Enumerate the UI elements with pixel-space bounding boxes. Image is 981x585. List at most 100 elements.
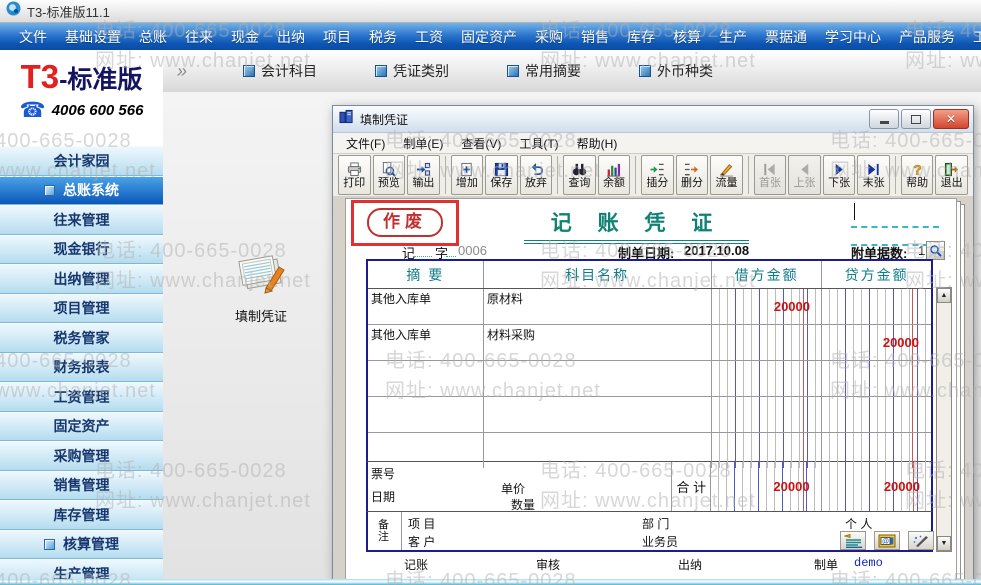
customer-label[interactable]: 客 户 [408, 533, 435, 550]
salesman-label[interactable]: 业务员 [642, 533, 678, 550]
menubar-item[interactable]: 采购 [526, 27, 572, 47]
menubar-item[interactable]: 学习中心 [816, 27, 890, 47]
menubar-item[interactable]: 票据通 [756, 27, 816, 47]
menubar-item[interactable]: 核算 [664, 27, 710, 47]
menubar-item[interactable]: 固定资产 [452, 27, 526, 47]
toolbar-button[interactable]: 插分 [641, 155, 674, 195]
voucher-menu-item[interactable]: 制单(E) [394, 135, 452, 152]
menubar-item[interactable]: 工作圈 [964, 27, 981, 47]
summary-cell[interactable] [368, 397, 483, 432]
debit-cell[interactable]: 20000 [711, 289, 821, 324]
menubar-item[interactable]: 基础设置 [56, 27, 130, 47]
sidebar-item[interactable]: 税务管家 [0, 323, 163, 353]
toolbar-button[interactable]: 放弃 [519, 155, 553, 195]
credit-cell[interactable]: 20000 [821, 325, 930, 360]
credit-cell[interactable] [821, 361, 930, 396]
menubar-item[interactable]: 产品服务 [890, 27, 964, 47]
voucher-menu-item[interactable]: 工具(T) [510, 135, 567, 152]
menubar-item[interactable]: 出纳 [268, 27, 314, 47]
quick-toolbar-item[interactable]: 常用摘要 [507, 61, 581, 81]
scroll-down-icon[interactable]: ▼ [937, 536, 951, 551]
toolbar-button[interactable]: 删分 [675, 155, 709, 195]
toolbar-button[interactable]: 预览 [372, 155, 406, 195]
sidebar-item[interactable]: 项目管理 [0, 293, 163, 323]
voucher-number[interactable]: 0006 [458, 243, 487, 258]
menubar-item[interactable]: 工资 [406, 27, 452, 47]
sidebar-item[interactable]: 财务报表 [0, 352, 163, 382]
menubar-item[interactable]: 税务 [360, 27, 406, 47]
menubar-item[interactable]: 库存 [618, 27, 664, 47]
last-page-icon [866, 162, 881, 178]
toolbar-button[interactable]: 查询 [563, 155, 596, 195]
sidebar-item[interactable]: 销售管理 [0, 470, 163, 500]
sidebar-item[interactable]: 现金银行 [0, 234, 163, 264]
summary-cell[interactable]: 其他入库单 [368, 289, 483, 324]
debit-cell[interactable] [711, 361, 821, 396]
toolbar-button[interactable]: 退出 [935, 155, 968, 195]
voucher-date-value[interactable]: 2017.10.08 [684, 243, 749, 258]
account-cell[interactable]: 原材料 [483, 289, 711, 324]
toolbar-button[interactable]: 末张 [857, 155, 890, 195]
summary-cell[interactable] [368, 361, 483, 396]
credit-cell[interactable] [821, 289, 930, 324]
voucher-table-row[interactable] [368, 396, 931, 432]
attachment-zoom-button[interactable] [926, 241, 945, 260]
menubar-item[interactable]: 项目 [314, 27, 360, 47]
toolbar-button[interactable]: 保存 [485, 155, 518, 195]
quick-toolbar-item[interactable]: 凭证类别 [375, 61, 449, 81]
menubar-item[interactable]: 生产 [710, 27, 756, 47]
sidebar-item[interactable]: 采购管理 [0, 441, 163, 471]
toolbar-button[interactable]: 打印 [338, 155, 371, 195]
quick-toolbar-item[interactable]: 外币种类 [639, 61, 713, 81]
email-card-icon[interactable]: @ [874, 531, 900, 550]
toolbar-button[interactable]: 增加 [450, 155, 484, 195]
restore-button[interactable] [901, 109, 931, 129]
account-cell[interactable] [483, 397, 711, 432]
voucher-window-titlebar[interactable]: 填制凭证 ✕ [333, 106, 973, 133]
account-cell[interactable] [483, 361, 711, 396]
attachment-count-value[interactable]: 1 [918, 243, 925, 258]
magic-wand-icon[interactable] [908, 531, 934, 550]
account-cell[interactable]: 材料采购 [483, 325, 711, 360]
menubar-item[interactable]: 销售 [572, 27, 618, 47]
project-label[interactable]: 项 目 [408, 515, 435, 532]
toolbar-button[interactable]: 余额 [597, 155, 631, 195]
voucher-menu-item[interactable]: 文件(F) [337, 135, 394, 152]
sidebar-item[interactable]: 工资管理 [0, 382, 163, 412]
shortcut-fill-voucher[interactable]: 填制凭证 [224, 250, 298, 325]
sidebar-item[interactable]: 会计家园 [0, 146, 163, 176]
toolbar-button[interactable]: 下张 [822, 155, 856, 195]
sidebar-item[interactable]: 固定资产 [0, 411, 163, 441]
voucher-table-row[interactable] [368, 360, 931, 396]
quick-toolbar-item[interactable]: 会计科目 [243, 61, 317, 81]
voucher-table-row[interactable]: 其他入库单 材料采购 20000 [368, 324, 931, 360]
credit-cell[interactable] [821, 397, 930, 432]
sidebar-item[interactable]: 往来管理 [0, 205, 163, 235]
sidebar-item[interactable]: 总账系统 [0, 175, 163, 205]
scroll-up-icon[interactable]: ▲ [937, 288, 951, 303]
menubar-item[interactable]: 现金 [222, 27, 268, 47]
debit-cell[interactable] [711, 397, 821, 432]
menubar-item[interactable]: 总账 [130, 27, 176, 47]
person-label[interactable]: 个 人 [845, 515, 872, 532]
department-label[interactable]: 部 门 [642, 515, 669, 532]
minimize-button[interactable] [869, 109, 899, 129]
sidebar-item[interactable]: 核算管理 [0, 529, 163, 559]
close-button[interactable]: ✕ [933, 109, 969, 129]
menubar-item[interactable]: 文件 [10, 27, 56, 47]
toolbar-button[interactable]: 流量 [710, 155, 743, 195]
debit-cell[interactable] [711, 325, 821, 360]
summary-cell[interactable]: 其他入库单 [368, 325, 483, 360]
voucher-menu-item[interactable]: 帮助(H) [568, 135, 627, 152]
sidebar-item[interactable]: 出纳管理 [0, 264, 163, 294]
voucher-scrollbar[interactable]: ▲ ▼ [936, 287, 952, 552]
menubar-item[interactable]: 往来 [176, 27, 222, 47]
voucher-table-row[interactable]: 其他入库单 原材料 20000 [368, 289, 931, 324]
toolbar-separator [894, 156, 896, 194]
flag-report-icon[interactable] [840, 531, 866, 550]
expander-chevrons-icon[interactable]: » [177, 61, 187, 82]
toolbar-button[interactable]: 输出 [407, 155, 440, 195]
sidebar-item[interactable]: 库存管理 [0, 500, 163, 530]
voucher-menu-item[interactable]: 查看(V) [452, 135, 510, 152]
toolbar-button[interactable]: ? 帮助 [900, 155, 934, 195]
